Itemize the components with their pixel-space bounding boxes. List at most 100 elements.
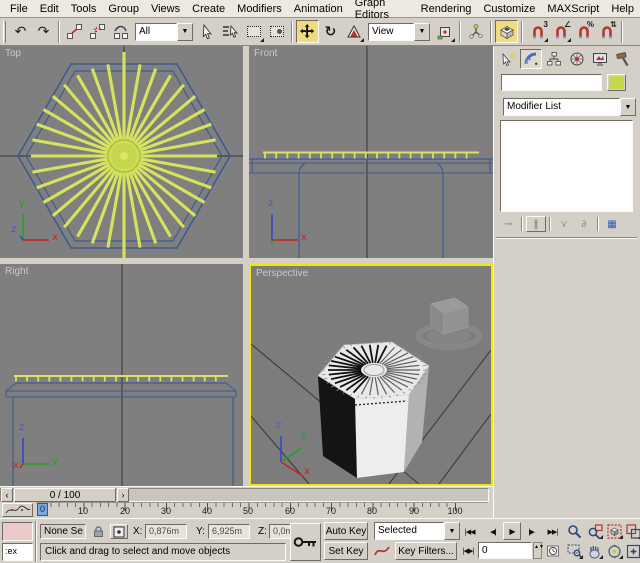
- y-coord-field[interactable]: 6,925m: [208, 524, 250, 539]
- time-slider-handle[interactable]: 0 / 100: [14, 488, 116, 502]
- arc-rotate-button[interactable]: [605, 542, 624, 560]
- menu-modifiers[interactable]: Modifiers: [231, 2, 288, 16]
- default-tangent-button[interactable]: [371, 542, 393, 560]
- x-coord-field[interactable]: 0,876m: [145, 524, 187, 539]
- menu-create[interactable]: Create: [186, 2, 231, 16]
- chevron-down-icon[interactable]: ▼: [620, 98, 636, 116]
- show-end-result-button[interactable]: ‖: [526, 216, 546, 232]
- select-object-button[interactable]: [196, 20, 219, 43]
- set-key-button[interactable]: Set Key: [324, 542, 368, 560]
- percent-snap-button[interactable]: %: [572, 20, 595, 43]
- macro-recorder-field[interactable]: [2, 522, 33, 541]
- zoom-button[interactable]: [565, 522, 584, 540]
- absolute-offset-mode-button[interactable]: [110, 524, 128, 539]
- object-color-swatch[interactable]: [607, 74, 626, 91]
- zoom-all-button[interactable]: [585, 522, 604, 540]
- pin-stack-button[interactable]: ⊸: [498, 216, 518, 232]
- time-slider-next-button[interactable]: ›: [117, 488, 129, 502]
- open-mini-curve-editor-button[interactable]: [2, 503, 33, 517]
- select-by-name-button[interactable]: [219, 20, 242, 43]
- select-and-link-button[interactable]: [63, 20, 86, 43]
- undo-button[interactable]: ↶: [9, 20, 32, 43]
- play-animation-button[interactable]: ▶: [503, 522, 521, 540]
- menu-tools[interactable]: Tools: [65, 2, 103, 16]
- right-viewport-canvas[interactable]: [0, 264, 243, 486]
- menu-customize[interactable]: Customize: [477, 2, 541, 16]
- chevron-down-icon[interactable]: ▼: [444, 522, 460, 540]
- tab-modify[interactable]: [520, 49, 542, 69]
- menu-edit[interactable]: Edit: [34, 2, 65, 16]
- perspective-viewport-canvas[interactable]: [251, 266, 491, 484]
- configure-modifier-sets-button[interactable]: ▦: [602, 216, 622, 232]
- viewport-front[interactable]: Front z x: [249, 46, 493, 258]
- maxscript-listener-field[interactable]: :ex: [2, 543, 33, 561]
- make-unique-button[interactable]: ⋎: [554, 216, 574, 232]
- front-viewport-canvas[interactable]: [249, 46, 493, 258]
- keyboard-override-toggle[interactable]: [495, 20, 518, 43]
- selection-region-button[interactable]: [242, 20, 265, 43]
- min-max-toggle-button[interactable]: [624, 542, 640, 560]
- menu-animation[interactable]: Animation: [288, 2, 349, 16]
- viewport-label-right[interactable]: Right: [5, 266, 28, 277]
- spinner-down-icon[interactable]: ▼: [539, 544, 544, 550]
- modifier-list-dropdown[interactable]: Modifier List ▼: [503, 98, 636, 116]
- select-and-rotate-button[interactable]: ↻: [319, 20, 342, 43]
- viewport-perspective[interactable]: Perspective z y x: [249, 264, 493, 486]
- current-frame-field[interactable]: [478, 542, 532, 559]
- redo-button[interactable]: ↷: [32, 20, 55, 43]
- key-mode-dropdown[interactable]: Selected ▼: [374, 522, 460, 540]
- selection-lock-toggle[interactable]: [90, 524, 107, 539]
- spinner-snap-button[interactable]: ⇅: [595, 20, 618, 43]
- current-frame-marker[interactable]: 0: [37, 503, 48, 516]
- tab-display[interactable]: [589, 49, 611, 69]
- time-configuration-button[interactable]: [545, 542, 561, 559]
- use-pivot-center-button[interactable]: [433, 20, 456, 43]
- menu-maxscript[interactable]: MAXScript: [541, 2, 605, 16]
- viewport-label-top[interactable]: Top: [5, 48, 21, 59]
- menu-file[interactable]: File: [4, 2, 34, 16]
- bind-to-space-warp-button[interactable]: [109, 20, 132, 43]
- remove-modifier-button[interactable]: ∂: [574, 216, 594, 232]
- coord-system-dropdown[interactable]: View ▼: [368, 23, 430, 41]
- menu-group[interactable]: Group: [102, 2, 145, 16]
- zoom-region-button[interactable]: [565, 542, 584, 560]
- previous-frame-button[interactable]: ◀|: [485, 523, 501, 540]
- menu-help[interactable]: Help: [605, 2, 640, 16]
- viewport-top[interactable]: Top y z x: [0, 46, 243, 258]
- object-name-field[interactable]: [501, 74, 602, 91]
- modifier-stack-list[interactable]: [500, 120, 633, 212]
- chevron-down-icon[interactable]: ▼: [177, 23, 193, 41]
- go-to-start-button[interactable]: |◀◀: [460, 523, 479, 540]
- menu-views[interactable]: Views: [145, 2, 186, 16]
- window-crossing-button[interactable]: [265, 20, 288, 43]
- set-keys-button[interactable]: [290, 523, 321, 561]
- toolbar-grip[interactable]: [3, 21, 6, 43]
- frame-spinner[interactable]: ▲▼: [533, 542, 542, 559]
- go-to-end-button[interactable]: ▶▶|: [543, 523, 562, 540]
- select-and-manipulate-button[interactable]: [464, 20, 487, 43]
- selection-filter-dropdown[interactable]: All ▼: [135, 23, 193, 41]
- tab-motion[interactable]: [566, 49, 588, 69]
- zoom-extents-all-button[interactable]: [624, 522, 640, 540]
- chevron-down-icon[interactable]: ▼: [414, 23, 430, 41]
- zoom-extents-button[interactable]: [605, 522, 624, 540]
- viewport-label-front[interactable]: Front: [254, 48, 277, 59]
- snaps-toggle-button[interactable]: 3: [526, 20, 549, 43]
- top-viewport-canvas[interactable]: [0, 46, 243, 258]
- menu-rendering[interactable]: Rendering: [415, 2, 478, 16]
- time-slider-prev-button[interactable]: ‹: [1, 488, 13, 502]
- next-frame-button[interactable]: |▶: [523, 523, 539, 540]
- select-and-scale-button[interactable]: [342, 20, 365, 43]
- tab-create[interactable]: [497, 49, 519, 69]
- tab-hierarchy[interactable]: [543, 49, 565, 69]
- angle-snap-button[interactable]: ∠: [549, 20, 572, 43]
- auto-key-button[interactable]: Auto Key: [324, 522, 368, 540]
- viewport-label-perspective[interactable]: Perspective: [256, 268, 308, 279]
- key-filters-button[interactable]: Key Filters...: [395, 542, 457, 560]
- viewport-right[interactable]: Right z y x: [0, 264, 243, 486]
- key-mode-toggle-button[interactable]: |◀▶|: [460, 542, 476, 559]
- track-bar[interactable]: 10 20 30 40 50 60 70 80 90 100 0: [0, 502, 493, 518]
- pan-view-button[interactable]: [585, 542, 604, 560]
- select-and-move-button[interactable]: [296, 20, 319, 43]
- unlink-selection-button[interactable]: [86, 20, 109, 43]
